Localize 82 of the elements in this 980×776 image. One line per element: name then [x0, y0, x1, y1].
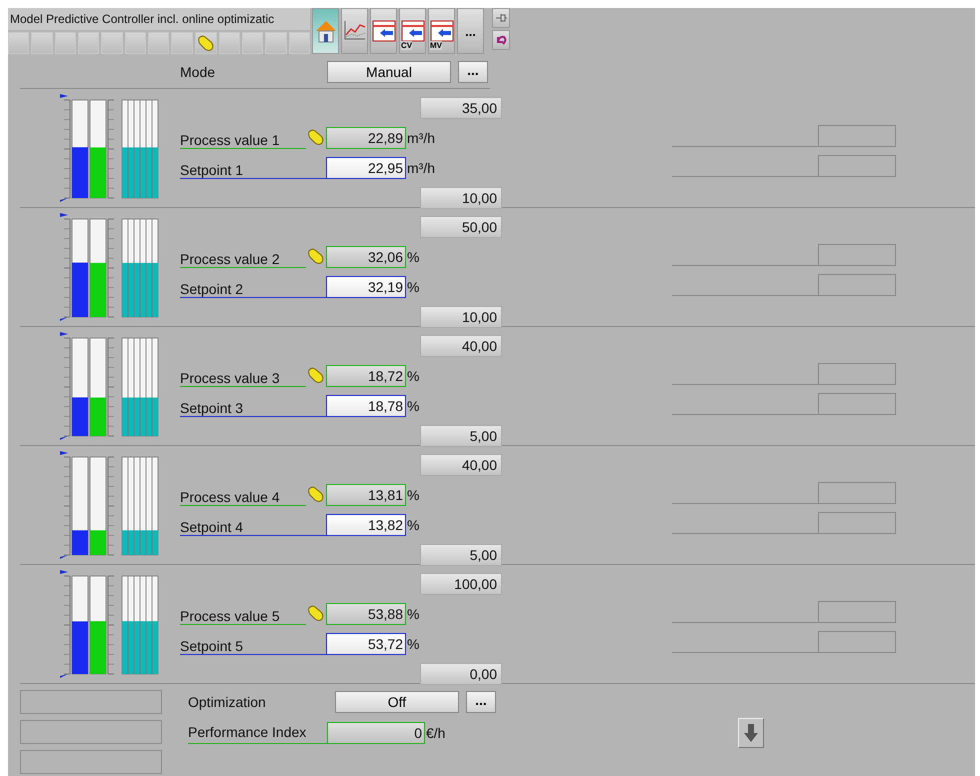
- low-limit-value: 5,00: [420, 425, 502, 447]
- unit-label: %: [407, 636, 420, 652]
- status-slot: [54, 32, 76, 54]
- high-marker-icon: [60, 570, 68, 574]
- low-limit-value: 10,00: [420, 306, 502, 328]
- setpoint-field[interactable]: 32,19: [326, 276, 406, 298]
- optimization-more-button[interactable]: ...: [466, 691, 496, 713]
- process-value-field: 18,72: [326, 365, 406, 387]
- status-slot: [242, 32, 264, 54]
- process-value-field: 32,06: [326, 246, 406, 268]
- performance-index-field: 0: [327, 722, 425, 744]
- unit-label: %: [407, 487, 420, 503]
- setpoint-field[interactable]: 53,72: [326, 633, 406, 655]
- process-value-label: Process value 1: [180, 127, 306, 149]
- faceplate-button[interactable]: CV: [399, 8, 426, 54]
- low-marker-icon: [60, 436, 68, 440]
- low-marker-icon: [60, 674, 68, 678]
- status-slot: [101, 32, 123, 54]
- down-arrow-button[interactable]: [738, 718, 764, 748]
- low-marker-icon: [60, 317, 68, 321]
- faceplate-button[interactable]: [370, 8, 397, 54]
- home-button[interactable]: [312, 8, 339, 54]
- status-slot: [78, 32, 100, 54]
- setpoint-field[interactable]: 22,95: [326, 157, 406, 179]
- status-slot: [171, 32, 193, 54]
- unit-label: m³/h: [407, 130, 435, 146]
- unit-label: %: [407, 368, 420, 384]
- pin-button[interactable]: [492, 8, 510, 28]
- unit-label: %: [407, 398, 420, 414]
- pin-icon: [495, 12, 507, 24]
- unit-label: €/h: [426, 724, 446, 740]
- low-marker-icon: [60, 198, 68, 202]
- arrow-panel-icon: [372, 20, 396, 42]
- unit-label: %: [407, 606, 420, 622]
- setpoint-field[interactable]: 13,82: [326, 514, 406, 536]
- status-slot: [31, 32, 53, 54]
- high-limit-value: 40,00: [420, 454, 502, 476]
- arrow-panel-icon: [430, 20, 454, 42]
- status-slot: [218, 32, 240, 54]
- low-limit-value: 5,00: [420, 544, 502, 566]
- high-marker-icon: [60, 332, 68, 336]
- unit-label: %: [407, 249, 420, 265]
- house-icon: [314, 18, 338, 44]
- high-limit-value: 100,00: [420, 573, 502, 595]
- more-button[interactable]: ...: [457, 8, 484, 54]
- high-marker-icon: [60, 451, 68, 455]
- process-value-label: Process value 2: [180, 246, 306, 268]
- process-value-field: 13,81: [326, 484, 406, 506]
- low-marker-icon: [60, 555, 68, 559]
- trend-button[interactable]: [341, 8, 368, 54]
- status-slot: [148, 32, 170, 54]
- optimization-label: Optimization: [188, 693, 267, 712]
- setpoint-field[interactable]: 18,78: [326, 395, 406, 417]
- optimization-button[interactable]: Off: [335, 691, 459, 713]
- arrow-panel-icon: [400, 20, 424, 42]
- process-value-label: Process value 3: [180, 365, 306, 387]
- status-slot: [124, 32, 146, 54]
- status-slot: [265, 32, 287, 54]
- undo-icon: [495, 34, 507, 46]
- mode-label: Mode: [180, 64, 216, 80]
- status-slot: [288, 32, 310, 54]
- window-title: Model Predictive Controller incl. online optimizatic: [8, 8, 310, 30]
- high-limit-value: 35,00: [420, 97, 502, 119]
- mode-more-button[interactable]: ...: [458, 61, 488, 83]
- faceplate-button[interactable]: MV: [428, 8, 455, 54]
- process-value-field: 22,89: [326, 127, 406, 149]
- low-limit-value: 10,00: [420, 187, 502, 209]
- down-arrow-icon: [743, 723, 759, 743]
- high-limit-value: 50,00: [420, 216, 502, 238]
- unit-label: m³/h: [407, 160, 435, 176]
- high-marker-icon: [60, 94, 68, 98]
- process-value-label: Process value 4: [180, 484, 306, 506]
- process-value-field: 53,88: [326, 603, 406, 625]
- high-limit-value: 40,00: [420, 335, 502, 357]
- mode-button[interactable]: Manual: [327, 61, 451, 83]
- unit-label: %: [407, 517, 420, 533]
- undo-button[interactable]: [492, 30, 510, 50]
- low-limit-value: 0,00: [420, 663, 502, 685]
- status-slot: [8, 32, 30, 54]
- process-value-label: Process value 5: [180, 603, 306, 625]
- unit-label: %: [407, 279, 420, 295]
- high-marker-icon: [60, 213, 68, 217]
